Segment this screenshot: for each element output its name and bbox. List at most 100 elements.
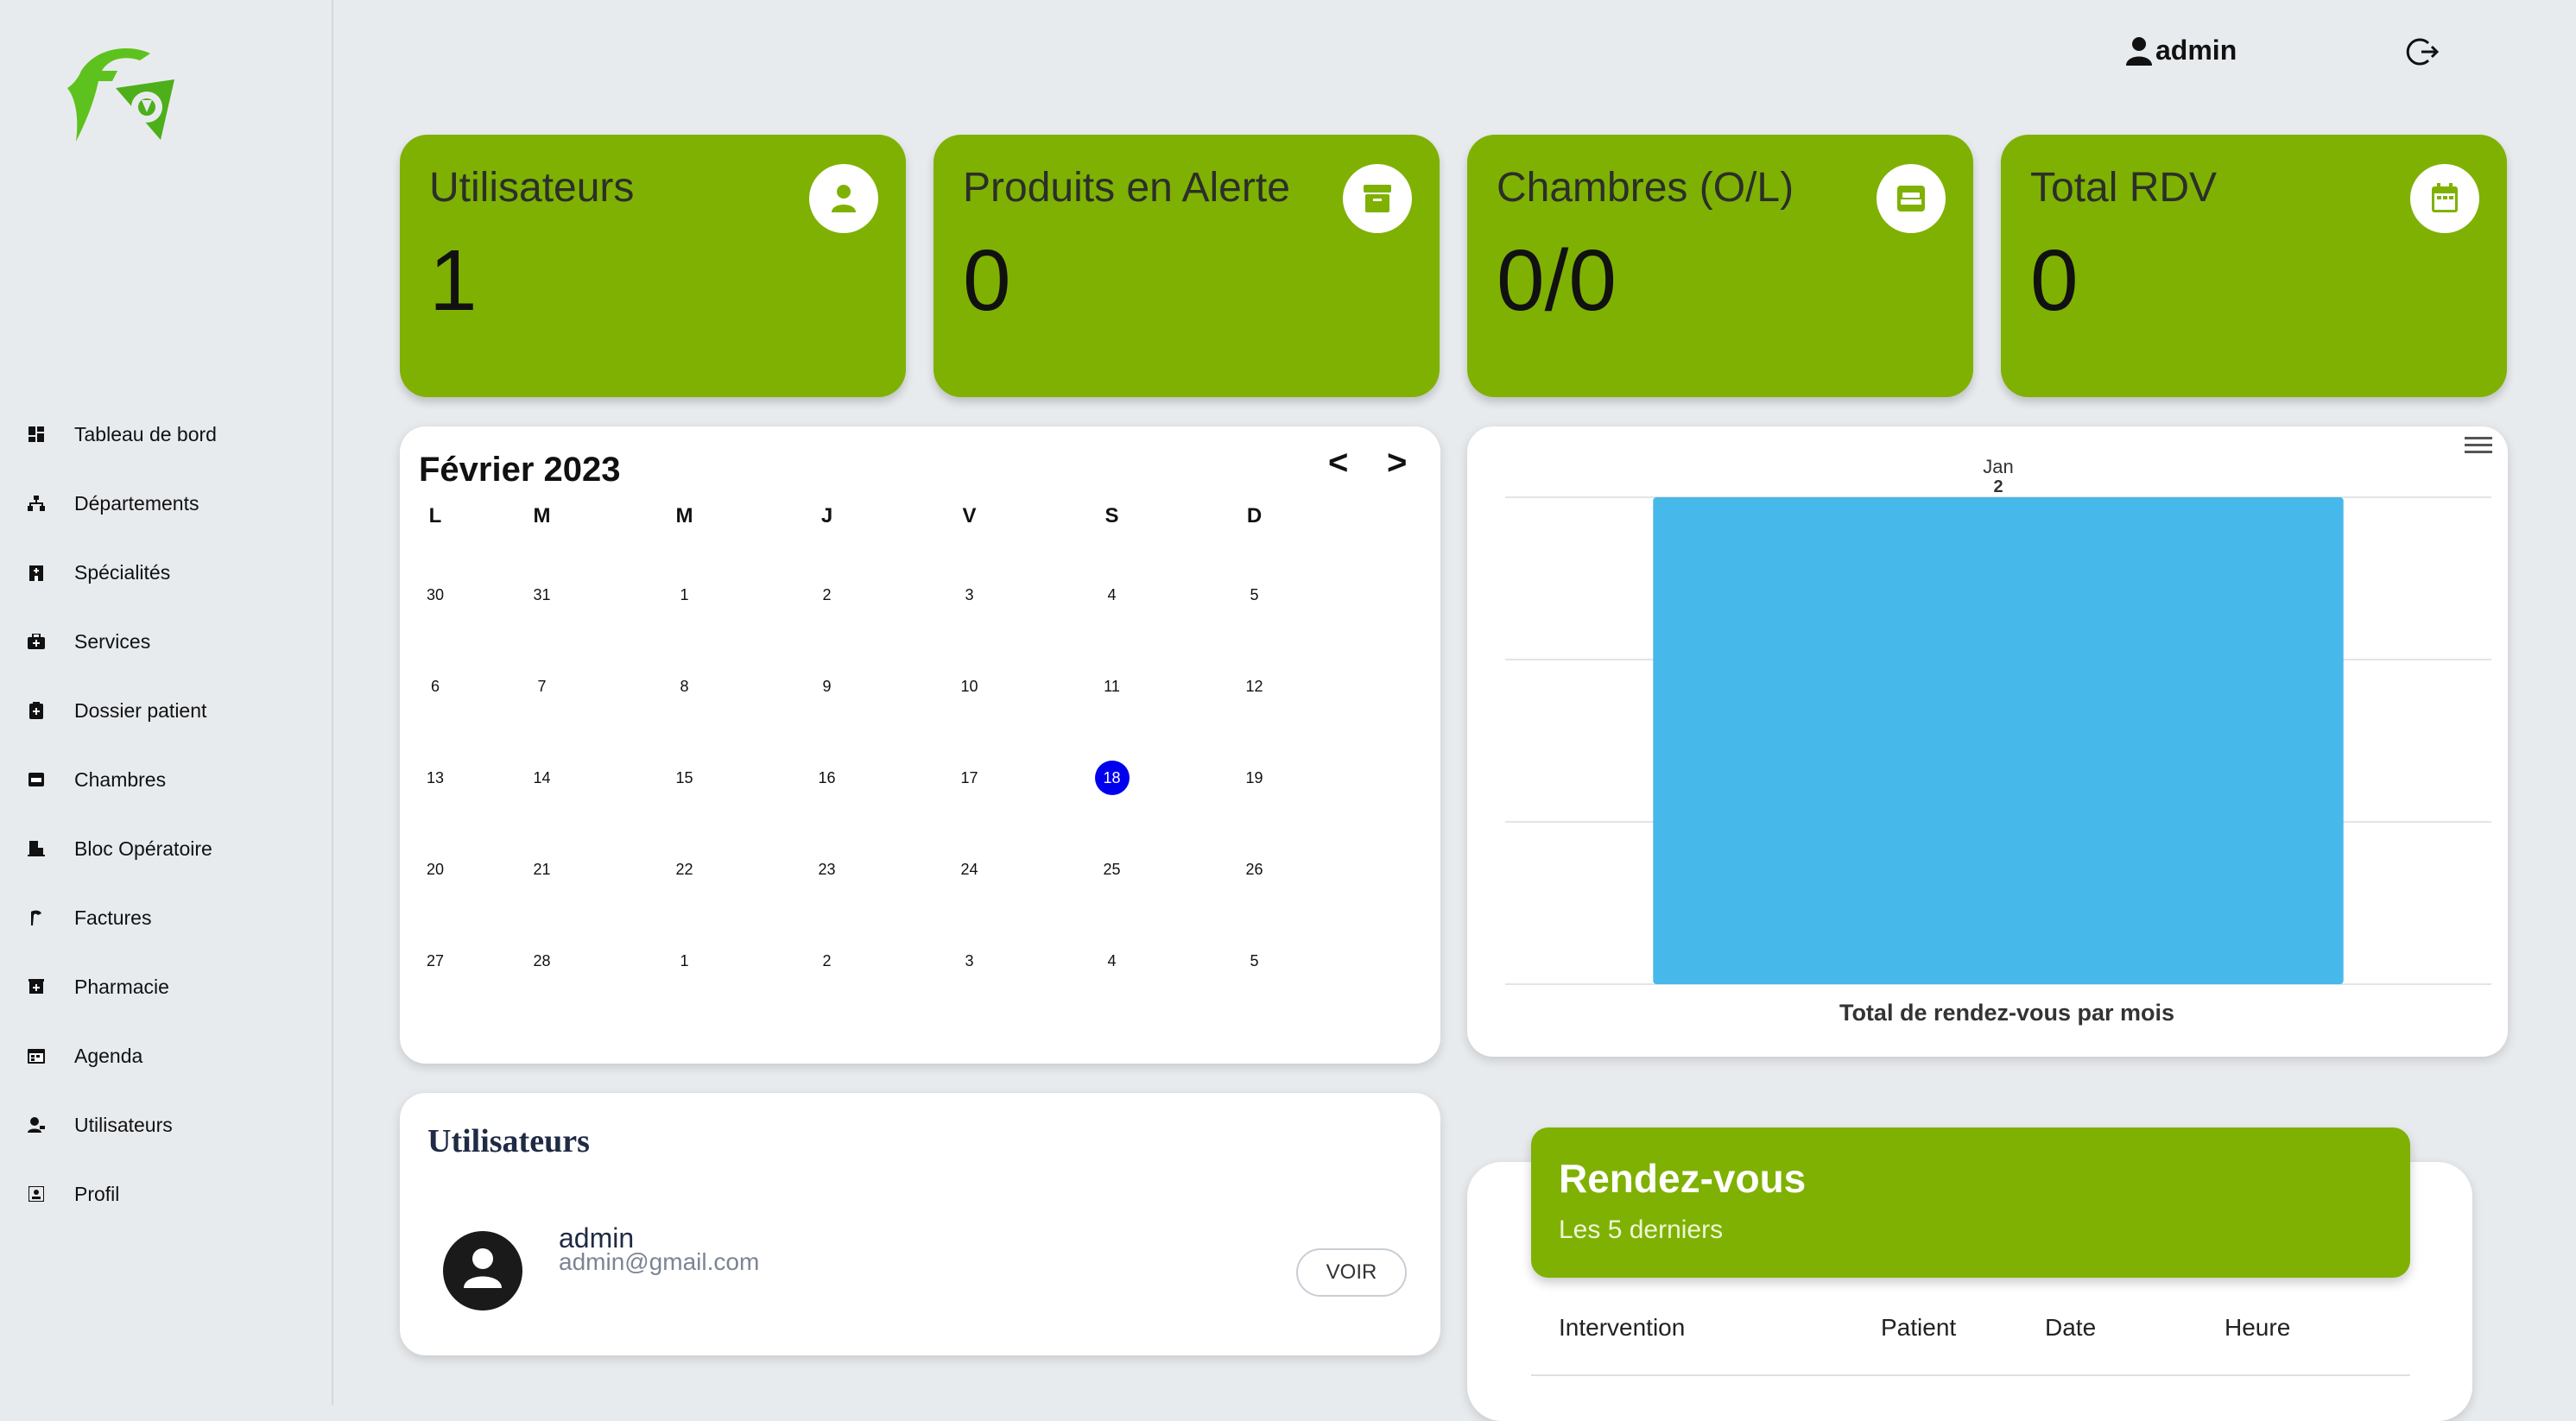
calendar-week: 6 7 8 9 10 11 12 — [400, 641, 1358, 732]
column-header-heure: Heure — [2225, 1314, 2291, 1341]
calendar-day[interactable]: 15 — [613, 769, 756, 787]
appointments-subtitle: Les 5 derniers — [1559, 1216, 1724, 1244]
calendar-day[interactable]: 10 — [898, 678, 1041, 696]
sitemap-icon — [26, 493, 47, 514]
calendar-day[interactable]: 27 — [400, 952, 471, 970]
calendar-day[interactable]: 24 — [898, 861, 1041, 879]
calendar-day[interactable]: 19 — [1183, 769, 1326, 787]
sidebar-item-pharmacie[interactable]: Pharmacie — [0, 952, 332, 1021]
user-email: admin@gmail.com — [559, 1248, 760, 1275]
calendar-day[interactable]: 20 — [400, 861, 471, 879]
calendar-icon — [2410, 164, 2479, 233]
calendar-day[interactable]: 17 — [898, 769, 1041, 787]
stat-value: 0/0 — [1497, 232, 1617, 329]
sidebar-item-label: Tableau de bord — [74, 422, 217, 445]
sidebar-item-label: Profil — [74, 1182, 120, 1205]
user-avatar-icon — [464, 1248, 502, 1288]
sidebar-item-services[interactable]: Services — [0, 607, 332, 676]
users-icon — [26, 1115, 47, 1135]
today-marker[interactable]: 18 — [1094, 761, 1130, 795]
calendar-panel: Février 2023 < > L M M J V S D 30 31 1 2 3 4 5… — [400, 426, 1440, 1064]
stat-title: Chambres (O/L) — [1497, 165, 1794, 211]
bed-icon — [1877, 164, 1946, 233]
chart-panel: Jan 2 Total de rendez-vous par mois — [1467, 426, 2508, 1057]
calendar-day[interactable]: 18 — [1041, 761, 1183, 795]
calendar-day[interactable]: 9 — [756, 678, 898, 696]
calendar-day[interactable]: 2 — [756, 952, 898, 970]
stat-card-total-rdv[interactable]: Total RDV 0 — [2001, 135, 2507, 397]
calendar-day[interactable]: 2 — [756, 586, 898, 604]
weekday-label: M — [675, 504, 693, 527]
sidebar-item-bloc-operatoire[interactable]: Bloc Opératoire — [0, 814, 332, 883]
calendar-day[interactable]: 5 — [1183, 586, 1326, 604]
calendar-next-button[interactable]: > — [1387, 444, 1407, 483]
app-logo[interactable] — [64, 45, 176, 148]
calendar-day[interactable]: 1 — [613, 586, 756, 604]
calendar-day[interactable]: 28 — [471, 952, 613, 970]
sidebar-item-dossier-patient[interactable]: Dossier patient — [0, 676, 332, 745]
calendar-week: 20 21 22 23 24 25 26 — [400, 824, 1358, 915]
column-header-intervention: Intervention — [1559, 1314, 1686, 1341]
calendar-day[interactable]: 3 — [898, 952, 1041, 970]
logout-icon[interactable] — [2406, 35, 2440, 69]
calendar-week: 30 31 1 2 3 4 5 — [400, 549, 1358, 641]
stat-card-chambres[interactable]: Chambres (O/L) 0/0 — [1467, 135, 1973, 397]
calendar-day[interactable]: 25 — [1041, 861, 1183, 879]
sidebar-item-specialites[interactable]: Spécialités — [0, 538, 332, 607]
calendar-day[interactable]: 13 — [400, 769, 471, 787]
stat-title: Total RDV — [2030, 165, 2218, 211]
calendar-day[interactable]: 4 — [1041, 586, 1183, 604]
weekday-label: J — [820, 504, 833, 527]
stat-card-produits-en-alerte[interactable]: Produits en Alerte 0 — [934, 135, 1440, 397]
calendar-day[interactable]: 7 — [471, 678, 613, 696]
user-menu[interactable]: admin — [2126, 35, 2237, 66]
calendar-day[interactable]: 16 — [756, 769, 898, 787]
voir-button[interactable]: VOIR — [1296, 1248, 1407, 1297]
weekday-label: L — [428, 504, 442, 527]
sidebar-item-chambres[interactable]: Chambres — [0, 745, 332, 814]
calendar-day[interactable]: 26 — [1183, 861, 1326, 879]
calendar-day[interactable]: 12 — [1183, 678, 1326, 696]
billing-icon — [26, 907, 47, 928]
calendar-day[interactable]: 4 — [1041, 952, 1183, 970]
user-name: admin — [2155, 35, 2237, 66]
profile-icon — [26, 1184, 47, 1204]
sidebar-item-label: Chambres — [74, 767, 167, 791]
appointments-header: Rendez-vous Les 5 derniers — [1531, 1127, 2410, 1278]
calendar-day[interactable]: 8 — [613, 678, 756, 696]
calendar-day[interactable]: 5 — [1183, 952, 1326, 970]
archive-icon — [1343, 164, 1412, 233]
bed-icon — [26, 769, 47, 790]
calendar-day[interactable]: 3 — [898, 586, 1041, 604]
weekday-label: M — [533, 504, 551, 527]
calendar-day[interactable]: 23 — [756, 861, 898, 879]
clipboard-icon — [26, 700, 47, 721]
calendar-week: 27 28 1 2 3 4 5 — [400, 915, 1358, 1007]
category-label: Jan — [1983, 456, 2013, 477]
calendar-day[interactable]: 31 — [471, 586, 613, 604]
calendar-day[interactable]: 11 — [1041, 678, 1183, 696]
chart-bar[interactable] — [1653, 497, 2344, 984]
sidebar-item-label: Factures — [74, 906, 152, 929]
calendar-day[interactable]: 21 — [471, 861, 613, 879]
sidebar-item-utilisateurs[interactable]: Utilisateurs — [0, 1090, 332, 1159]
sidebar-item-factures[interactable]: Factures — [0, 883, 332, 952]
stat-card-utilisateurs[interactable]: Utilisateurs 1 — [400, 135, 906, 397]
calendar-day[interactable]: 1 — [613, 952, 756, 970]
calendar-day[interactable]: 6 — [400, 678, 471, 696]
calendar-day[interactable]: 14 — [471, 769, 613, 787]
calendar-weeks: 30 31 1 2 3 4 5 6 7 8 9 10 11 12 13 14 15 16 17 18 19 20 21 22 2… — [400, 549, 1358, 1007]
calendar-day[interactable]: 22 — [613, 861, 756, 879]
sidebar-item-tableau-de-bord[interactable]: Tableau de bord — [0, 400, 332, 469]
sidebar-item-profil[interactable]: Profil — [0, 1159, 332, 1228]
stat-title: Utilisateurs — [429, 165, 635, 211]
calendar-day[interactable]: 30 — [400, 586, 471, 604]
calendar-grid: L M M J V S D 30 31 1 2 3 4 5 6 7 8 9 10 11 12 13 14 15 1… — [400, 504, 1358, 1007]
weekday-label: S — [1104, 504, 1119, 527]
sidebar: Tableau de bord Départements Spécialités… — [0, 0, 333, 1405]
sidebar-item-departements[interactable]: Départements — [0, 469, 332, 538]
calendar-icon — [26, 1045, 47, 1066]
calendar-prev-button[interactable]: < — [1328, 444, 1348, 483]
x-axis-label: Total de rendez-vous par mois — [1839, 1000, 2174, 1026]
sidebar-item-agenda[interactable]: Agenda — [0, 1021, 332, 1090]
